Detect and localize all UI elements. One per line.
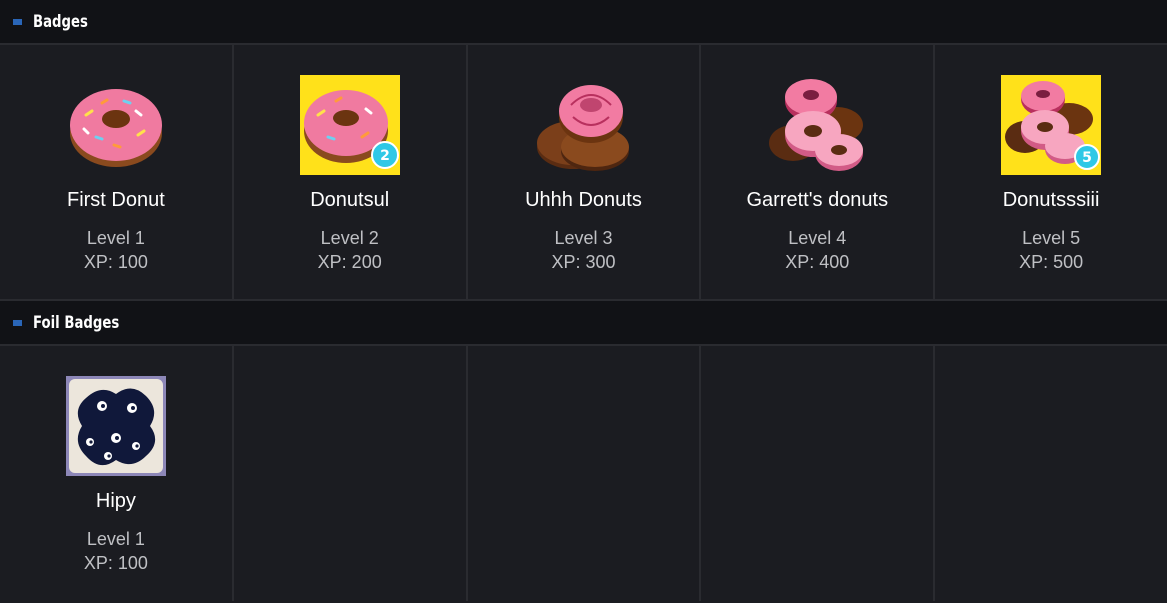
empty-badge-slot: [701, 346, 936, 601]
badge-xp: XP: 500: [1019, 252, 1084, 272]
empty-badge-slot: [234, 346, 468, 601]
badge-level: Level 5: [1022, 228, 1081, 248]
badge-level: Level 3: [554, 228, 613, 248]
donut-stack-icon: [537, 85, 630, 171]
badge-name: Donutsssiii: [1002, 189, 1100, 211]
badge-card[interactable]: First Donut Level 1 XP: 100: [0, 45, 234, 299]
badge-card[interactable]: Uhhh Donuts Level 3 XP: 300: [468, 45, 702, 299]
badge-card[interactable]: Hipy Level 1 XP: 100: [0, 346, 234, 601]
badge-level: Level 4: [788, 228, 847, 248]
badge-level: Level 1: [86, 529, 145, 549]
badge-name: Hipy: [95, 490, 136, 512]
badge-details: Level 5 XP: 500: [1019, 226, 1083, 274]
badge-grid: First Donut Level 1 XP: 100 2 Donutsul L…: [0, 45, 1167, 301]
badge-name: Donutsul: [310, 189, 390, 211]
badge-xp: XP: 100: [83, 553, 148, 573]
section-marker-icon: [13, 319, 22, 326]
badge-name: Garrett's donuts: [746, 189, 889, 211]
section-header-foil-badges: Foil Badges: [0, 301, 1167, 346]
badge-count-label: 2: [380, 148, 390, 164]
section-header-badges: Badges: [0, 0, 1167, 45]
badge-details: Level 3 XP: 300: [551, 226, 615, 274]
badge-xp: XP: 100: [83, 252, 148, 272]
badge-name: First Donut: [66, 189, 165, 211]
empty-badge-slot: [468, 346, 702, 601]
badge-level: Level 1: [86, 228, 145, 248]
donut-pile-icon: [769, 79, 864, 171]
empty-badge-slot: [935, 346, 1167, 601]
badge-card[interactable]: 5 Donutsssiii Level 5 XP: 500: [935, 45, 1167, 299]
section-title: Foil Badges: [33, 312, 120, 333]
badge-count-label: 5: [1082, 150, 1092, 166]
badge-details: Level 1 XP: 100: [84, 226, 148, 274]
badge-details: Level 2 XP: 200: [318, 226, 382, 274]
foil-badge-grid: Hipy Level 1 XP: 100: [0, 346, 1167, 601]
badge-name: Uhhh Donuts: [525, 189, 642, 211]
badge-xp: XP: 300: [551, 252, 616, 272]
badge-card[interactable]: Garrett's donuts Level 4 XP: 400: [701, 45, 936, 299]
badge-level: Level 2: [320, 228, 379, 248]
badge-details: Level 4 XP: 400: [785, 226, 849, 274]
badge-xp: XP: 200: [317, 252, 382, 272]
donut-level-2-icon: 2: [299, 75, 400, 175]
ink-blob-eyes-icon: [65, 376, 166, 476]
badge-xp: XP: 400: [785, 252, 850, 272]
section-title: Badges: [33, 11, 88, 32]
donut-icon: [69, 89, 162, 167]
badge-card[interactable]: 2 Donutsul Level 2 XP: 200: [234, 45, 468, 299]
donut-pile-level-5-icon: 5: [1001, 75, 1102, 175]
badge-details: Level 1 XP: 100: [84, 527, 148, 575]
section-marker-icon: [13, 18, 22, 25]
